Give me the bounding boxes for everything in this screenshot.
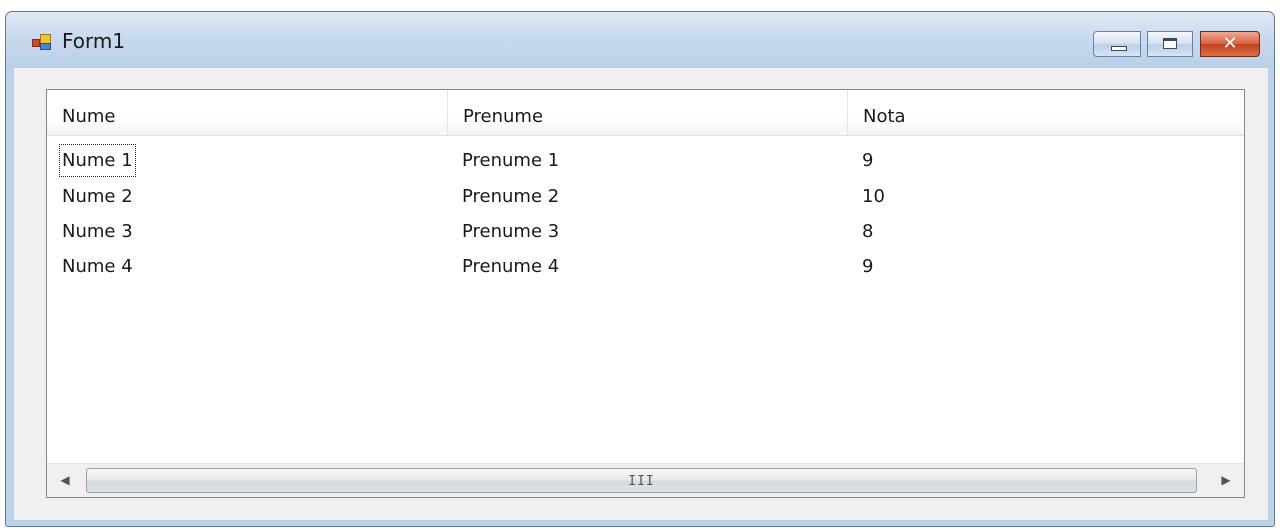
maximize-button[interactable] <box>1147 31 1193 57</box>
cell-prenume: Prenume 1 <box>462 150 560 171</box>
cell-nume: Nume 2 <box>62 186 133 207</box>
list-item[interactable]: Nume 4 Prenume 4 9 <box>47 251 1244 286</box>
cell-prenume: Prenume 3 <box>462 221 560 242</box>
list-item[interactable]: Nume 1 Prenume 1 9 <box>47 144 1244 180</box>
scrollbar-thumb[interactable]: III <box>86 468 1197 493</box>
list-view[interactable]: Nume Prenume Nota Nume 1 Prenume 1 9 Num… <box>46 89 1245 498</box>
form1-window: Form1 ✕ Nume Prenume Nota Nume 1 Prenume… <box>5 11 1275 527</box>
minimize-icon <box>1111 46 1127 51</box>
cell-nume: Nume 1 <box>59 144 136 177</box>
cell-nume: Nume 3 <box>62 221 133 242</box>
close-button[interactable]: ✕ <box>1200 31 1260 57</box>
column-header-nota[interactable]: Nota <box>848 90 1244 135</box>
cell-nota: 8 <box>862 221 874 242</box>
list-item[interactable]: Nume 2 Prenume 2 10 <box>47 181 1244 216</box>
cell-prenume: Prenume 4 <box>462 256 560 277</box>
title-bar[interactable]: Form1 ✕ <box>6 12 1274 68</box>
cell-nota: 9 <box>862 150 874 171</box>
column-header-prenume[interactable]: Prenume <box>448 90 848 135</box>
scroll-right-icon[interactable]: ▶ <box>1208 464 1244 497</box>
cell-nume: Nume 4 <box>62 256 133 277</box>
cell-nota: 9 <box>862 256 874 277</box>
maximize-icon <box>1163 38 1177 49</box>
cell-prenume: Prenume 2 <box>462 186 560 207</box>
column-header-row: Nume Prenume Nota <box>47 90 1244 136</box>
cell-nota: 10 <box>862 186 885 207</box>
scroll-left-icon[interactable]: ◀ <box>47 464 83 497</box>
minimize-button[interactable] <box>1093 31 1141 57</box>
grip-icon: III <box>628 474 655 489</box>
list-item[interactable]: Nume 3 Prenume 3 8 <box>47 216 1244 251</box>
horizontal-scrollbar[interactable]: ◀ III ▶ <box>47 463 1244 497</box>
close-icon: ✕ <box>1222 33 1238 54</box>
app-form-icon[interactable] <box>32 34 52 50</box>
column-header-nume[interactable]: Nume <box>47 90 448 135</box>
window-title: Form1 <box>62 29 126 53</box>
form-client-area: Nume Prenume Nota Nume 1 Prenume 1 9 Num… <box>14 68 1268 520</box>
